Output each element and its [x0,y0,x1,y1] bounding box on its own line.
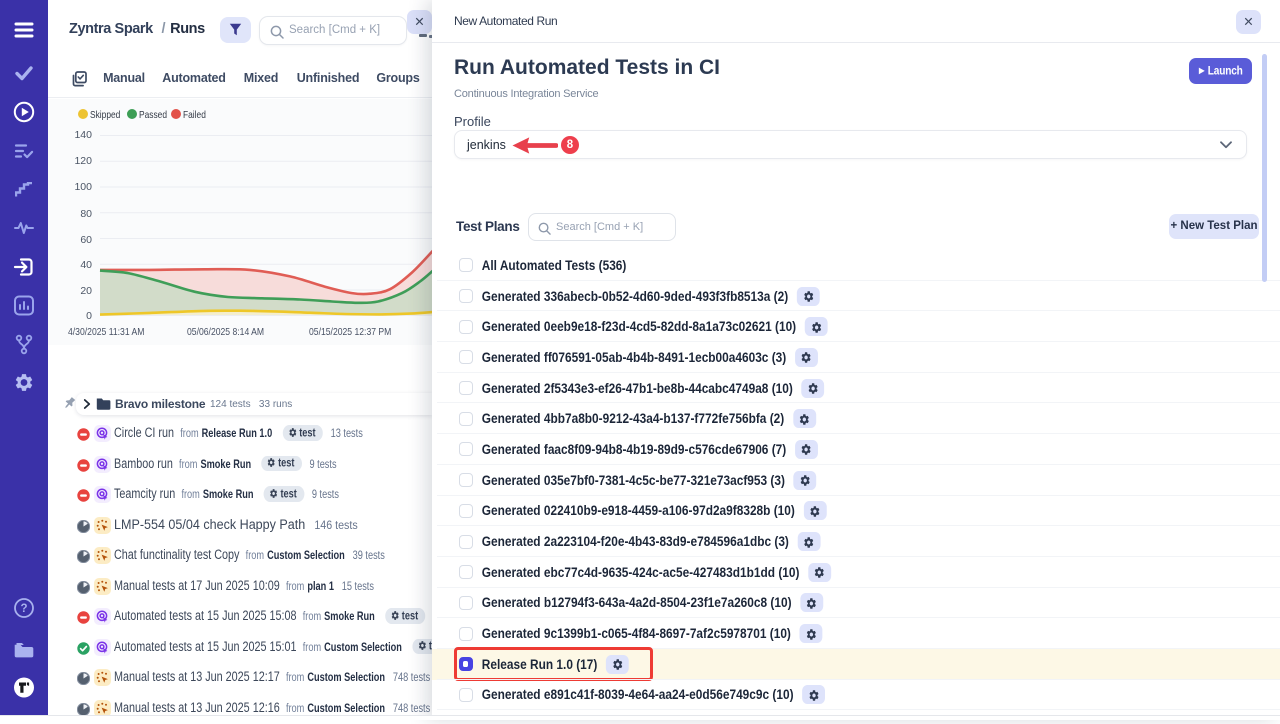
svg-text:?: ? [20,603,27,615]
